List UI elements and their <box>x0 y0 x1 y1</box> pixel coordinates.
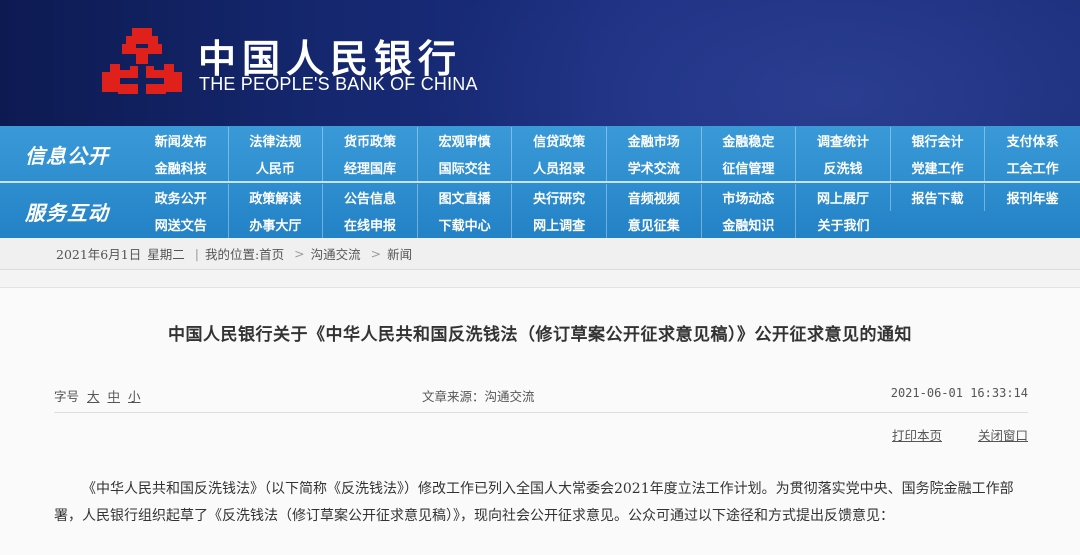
nav-row: 政务公开 政策解读 公告信息 图文直播 央行研究 音频视频 市场动态 网上展厅 … <box>134 184 1080 211</box>
article-meta: 字号 大 中 小 文章来源：沟通交流 2021-06-01 16:33:14 <box>54 386 1028 408</box>
print-page-link[interactable]: 打印本页 <box>892 428 942 443</box>
current-date: 2021年6月1日 <box>56 247 142 262</box>
nav-item[interactable]: 工会工作 <box>985 154 1080 181</box>
nav-group-info: 信息公开 新闻发布 法律法规 货币政策 宏观审慎 信贷政策 金融市场 金融稳定 … <box>0 127 1080 181</box>
pboc-logo-icon[interactable] <box>100 26 184 100</box>
nav-item[interactable]: 人民币 <box>229 154 324 181</box>
breadcrumb-home[interactable]: 我的位置:首页 <box>205 244 284 263</box>
nav-item[interactable]: 报告下载 <box>891 184 986 211</box>
nav-row: 网送文告 办事大厅 在线申报 下载中心 网上调查 意见征集 金融知识 关于我们 <box>134 211 1080 238</box>
nav-item[interactable]: 货币政策 <box>323 127 418 154</box>
nav-item[interactable]: 金融稳定 <box>702 127 797 154</box>
brand-name-en: THE PEOPLE'S BANK OF CHINA <box>199 74 478 94</box>
nav-item[interactable]: 报刊年鉴 <box>985 184 1080 211</box>
nav-item[interactable]: 下载中心 <box>418 211 513 238</box>
nav-item[interactable]: 关于我们 <box>796 211 891 238</box>
font-size-small[interactable]: 小 <box>128 389 141 404</box>
chevron-right-icon: > <box>370 246 382 261</box>
breadcrumb: 2021年6月1日 星期二 | 我的位置:首页 > 沟通交流 > 新闻 <box>0 238 1080 270</box>
nav-item[interactable]: 意见征集 <box>607 211 702 238</box>
article: 中国人民银行关于《中华人民共和国反洗钱法（修订草案公开征求意见稿）》公开征求意见… <box>0 287 1080 555</box>
nav-item[interactable]: 网送文告 <box>134 211 229 238</box>
breadcrumb-level1[interactable]: 沟通交流 <box>311 244 361 263</box>
header-banner: 中国人民银行 THE PEOPLE'S BANK OF CHINA <box>0 0 1080 126</box>
nav-divider <box>0 181 1080 183</box>
article-title: 中国人民银行关于《中华人民共和国反洗钱法（修订草案公开征求意见稿）》公开征求意见… <box>168 325 912 345</box>
nav-item[interactable]: 人员招录 <box>512 154 607 181</box>
nav-item[interactable]: 音频视频 <box>607 184 702 211</box>
nav-group-service: 服务互动 政务公开 政策解读 公告信息 图文直播 央行研究 音频视频 市场动态 … <box>0 184 1080 238</box>
nav-item[interactable]: 法律法规 <box>229 127 324 154</box>
nav-item[interactable]: 学术交流 <box>607 154 702 181</box>
publish-time: 2021-06-01 16:33:14 <box>890 386 1028 400</box>
nav-item[interactable]: 网上展厅 <box>796 184 891 211</box>
article-body: 《中华人民共和国反洗钱法》（以下简称《反洗钱法》）修改工作已列入全国人大常委会2… <box>54 481 1014 524</box>
nav-item[interactable]: 宏观审慎 <box>418 127 513 154</box>
meta-divider <box>54 412 1028 413</box>
article-tools: 打印本页 关闭窗口 <box>860 425 1028 444</box>
font-size-medium[interactable]: 中 <box>108 389 121 404</box>
nav-row: 新闻发布 法律法规 货币政策 宏观审慎 信贷政策 金融市场 金融稳定 调查统计 … <box>134 127 1080 154</box>
nav-item[interactable]: 办事大厅 <box>229 211 324 238</box>
font-size-label: 字号 <box>54 389 80 404</box>
nav-item[interactable]: 党建工作 <box>891 154 986 181</box>
nav-item[interactable]: 支付体系 <box>985 127 1080 154</box>
nav-item[interactable]: 金融知识 <box>702 211 797 238</box>
nav-item[interactable]: 国际交往 <box>418 154 513 181</box>
nav-group-label: 服务互动 <box>25 200 109 225</box>
nav-item[interactable]: 金融市场 <box>607 127 702 154</box>
nav-item[interactable]: 央行研究 <box>512 184 607 211</box>
nav-item[interactable]: 银行会计 <box>891 127 986 154</box>
current-weekday: 星期二 <box>147 247 185 262</box>
nav-item[interactable]: 新闻发布 <box>134 127 229 154</box>
nav-item[interactable]: 公告信息 <box>323 184 418 211</box>
nav-item[interactable]: 调查统计 <box>796 127 891 154</box>
breadcrumb-level2[interactable]: 新闻 <box>387 244 412 263</box>
crumb-divider: | <box>194 246 199 261</box>
nav-item[interactable]: 图文直播 <box>418 184 513 211</box>
nav-item[interactable]: 信贷政策 <box>512 127 607 154</box>
main-nav: 信息公开 新闻发布 法律法规 货币政策 宏观审慎 信贷政策 金融市场 金融稳定 … <box>0 126 1080 238</box>
nav-item[interactable]: 市场动态 <box>702 184 797 211</box>
chevron-right-icon: > <box>294 246 305 261</box>
font-size-large[interactable]: 大 <box>87 389 100 404</box>
close-window-link[interactable]: 关闭窗口 <box>978 428 1028 443</box>
nav-item[interactable]: 在线申报 <box>323 211 418 238</box>
nav-item[interactable]: 政务公开 <box>134 184 229 211</box>
nav-row: 金融科技 人民币 经理国库 国际交往 人员招录 学术交流 征信管理 反洗钱 党建… <box>134 154 1080 181</box>
article-source: 文章来源：沟通交流 <box>422 389 535 404</box>
nav-item[interactable]: 经理国库 <box>323 154 418 181</box>
nav-item[interactable]: 网上调查 <box>512 211 607 238</box>
font-size-control: 字号 大 中 小 <box>54 386 141 405</box>
nav-group-label: 信息公开 <box>25 143 109 168</box>
nav-item[interactable]: 征信管理 <box>702 154 797 181</box>
nav-item[interactable]: 反洗钱 <box>796 154 891 181</box>
nav-item[interactable]: 金融科技 <box>134 154 229 181</box>
nav-item[interactable]: 政策解读 <box>229 184 324 211</box>
